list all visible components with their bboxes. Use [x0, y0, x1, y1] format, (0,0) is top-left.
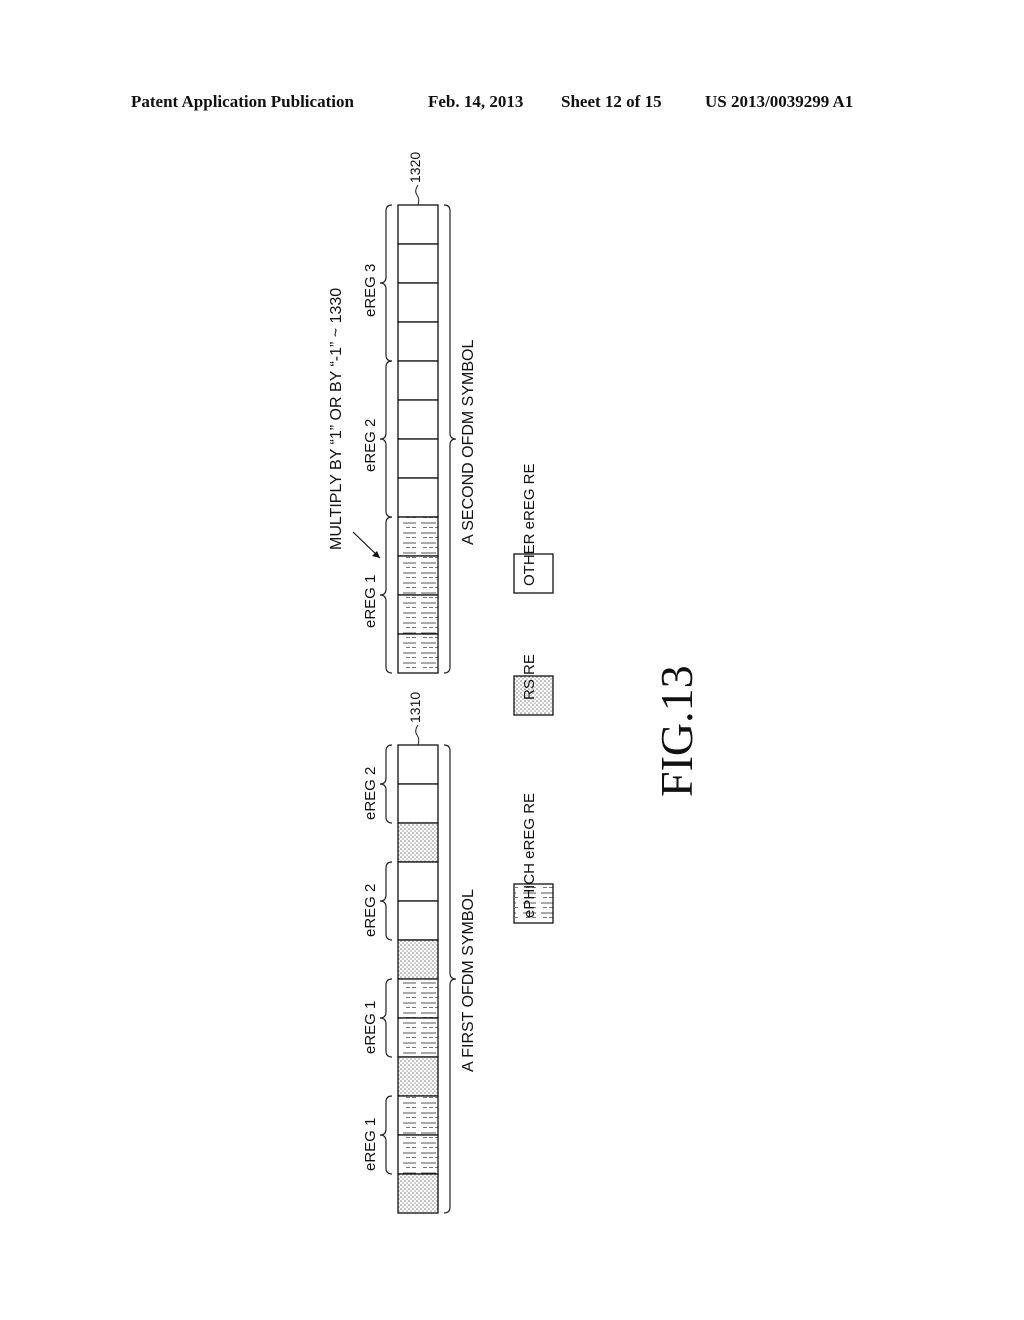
annotation-text: MULTIPLY BY “1” OR BY “-1” ~ 1330: [328, 287, 345, 550]
ref-leader: [415, 184, 420, 206]
re-cell-ephich: [397, 594, 439, 635]
re-cell-ephich: [397, 1134, 439, 1175]
re-cell-other: [397, 744, 439, 785]
figure-label: FIG.13: [651, 665, 702, 797]
re-cell-other: [397, 204, 439, 245]
re-cell-other: [397, 900, 439, 941]
brace: [379, 516, 393, 674]
group-label: eREG 2: [362, 418, 379, 472]
caption-second-symbol: A SECOND OFDM SYMBOL: [460, 339, 477, 545]
figure-diagram: [352, 184, 554, 1214]
ref-1310: 1310: [407, 691, 423, 723]
re-cell-rs: [397, 1056, 439, 1097]
group-label: eREG 3: [362, 263, 379, 317]
re-cell-ephich: [397, 516, 439, 557]
re-cell-other: [397, 282, 439, 323]
group-label: eREG 1: [362, 574, 379, 628]
brace: [379, 204, 393, 362]
group-label: eREG 1: [362, 1000, 379, 1054]
ref-leader: [415, 724, 420, 746]
brace: [379, 360, 393, 518]
re-cell-ephich: [397, 978, 439, 1019]
re-cell-other: [397, 321, 439, 362]
re-cell-other: [397, 243, 439, 284]
re-cell-other: [397, 399, 439, 440]
re-cell-other: [397, 477, 439, 518]
re-cell-ephich: [397, 1095, 439, 1136]
re-cell-other: [397, 861, 439, 902]
group-label: eREG 1: [362, 1117, 379, 1171]
ofdm-symbol-1320: [379, 184, 457, 674]
brace: [379, 1095, 393, 1175]
brace: [379, 744, 393, 824]
group-label: eREG 2: [362, 883, 379, 937]
re-cell-other: [397, 438, 439, 479]
ofdm-symbol-1310: [379, 724, 457, 1214]
re-cell-ephich: [397, 555, 439, 596]
brace: [379, 978, 393, 1058]
legend-label-rs: RS RE: [521, 654, 538, 700]
re-cell-ephich: [397, 1017, 439, 1058]
ref-1320: 1320: [407, 151, 423, 183]
re-cell-other: [397, 783, 439, 824]
re-cell-rs: [397, 1173, 439, 1214]
caption-first-symbol: A FIRST OFDM SYMBOL: [460, 889, 477, 1072]
re-cell-other: [397, 360, 439, 401]
re-cell-ephich: [397, 633, 439, 674]
brace: [379, 861, 393, 941]
brace: [443, 204, 457, 674]
legend-label-ephich: ePHICH eREG RE: [521, 792, 538, 918]
group-label: eREG 2: [362, 766, 379, 820]
re-cell-rs: [397, 822, 439, 863]
re-cell-rs: [397, 939, 439, 980]
legend-label-other: OTHER eREG RE: [521, 463, 538, 586]
brace: [443, 744, 457, 1214]
